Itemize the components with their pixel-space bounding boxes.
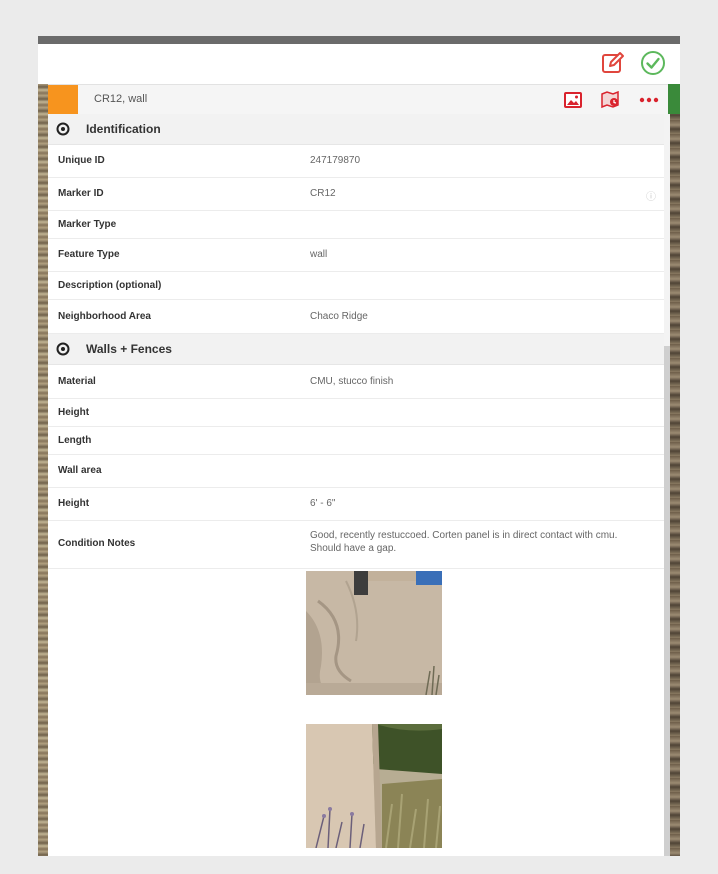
map-pin-icon bbox=[601, 91, 619, 109]
field-row-condition-notes: Condition Notes Good, recently restuccoe… bbox=[48, 521, 664, 569]
wall-photo-image bbox=[306, 724, 442, 849]
edit-icon bbox=[602, 52, 624, 73]
field-value: 6' - 6" bbox=[310, 498, 336, 509]
condition-photo-2[interactable] bbox=[306, 724, 442, 849]
field-label: Description (optional) bbox=[58, 280, 162, 291]
field-row-length: Length bbox=[48, 427, 664, 455]
info-icon[interactable]: ⓘ bbox=[646, 188, 656, 203]
scrollbar-thumb[interactable] bbox=[664, 346, 670, 856]
field-value: 247179870 bbox=[310, 155, 361, 166]
window-top-strip bbox=[38, 36, 680, 44]
confirm-button[interactable] bbox=[636, 46, 670, 80]
app-frame: CR12, wall Identification Unique ID 2471… bbox=[38, 36, 680, 856]
field-row-marker-type: Marker Type bbox=[48, 211, 664, 239]
field-value: CMU, stucco finish bbox=[310, 376, 394, 387]
map-edge-green bbox=[668, 84, 680, 114]
field-row-height-measured: Height 6' - 6" bbox=[48, 488, 664, 521]
field-label: Length bbox=[58, 435, 92, 446]
feature-title: CR12, wall bbox=[94, 93, 148, 105]
map-background-left bbox=[38, 36, 48, 856]
field-label: Material bbox=[58, 376, 96, 387]
field-row-neighborhood-area: Neighborhood Area Chaco Ridge bbox=[48, 300, 664, 334]
more-dots-icon bbox=[639, 97, 659, 103]
field-row-material: Material CMU, stucco finish bbox=[48, 365, 664, 399]
field-label: Marker ID bbox=[58, 188, 104, 199]
eye-icon bbox=[56, 342, 70, 356]
field-value: Chaco Ridge bbox=[310, 311, 368, 322]
section-identification-header[interactable]: Identification bbox=[48, 114, 664, 145]
field-label: Marker Type bbox=[58, 219, 117, 230]
field-row-wall-area: Wall area bbox=[48, 455, 664, 488]
field-label: Height bbox=[58, 498, 90, 509]
feature-color-swatch bbox=[48, 85, 78, 115]
check-circle-icon bbox=[641, 51, 665, 75]
photo-gallery bbox=[48, 569, 664, 856]
condition-photo-1[interactable] bbox=[306, 571, 442, 696]
attribute-panel[interactable]: Identification Unique ID 247179870 Marke… bbox=[48, 114, 664, 856]
field-label: Height bbox=[58, 407, 90, 418]
field-row-unique-id: Unique ID 247179870 bbox=[48, 145, 664, 178]
photo-button[interactable] bbox=[554, 85, 592, 115]
field-label: Wall area bbox=[58, 465, 102, 476]
eye-icon bbox=[56, 122, 70, 136]
section-title: Identification bbox=[86, 122, 161, 136]
top-toolbar bbox=[38, 44, 680, 84]
section-walls-fences-header[interactable]: Walls + Fences bbox=[48, 334, 664, 365]
field-label: Neighborhood Area bbox=[58, 311, 151, 322]
field-row-height: Height bbox=[48, 399, 664, 427]
field-row-description: Description (optional) bbox=[48, 272, 664, 300]
more-options-button[interactable] bbox=[630, 85, 668, 115]
field-row-marker-id: Marker ID CR12 ⓘ bbox=[48, 178, 664, 211]
field-label: Condition Notes bbox=[58, 538, 136, 549]
field-label: Unique ID bbox=[58, 155, 105, 166]
field-label: Feature Type bbox=[58, 249, 120, 260]
section-title: Walls + Fences bbox=[86, 342, 172, 356]
field-value: CR12 bbox=[310, 188, 336, 199]
field-row-feature-type: Feature Type wall bbox=[48, 239, 664, 272]
image-icon bbox=[564, 92, 582, 108]
wall-photo-image bbox=[306, 571, 442, 696]
map-location-button[interactable] bbox=[592, 85, 630, 115]
edit-button[interactable] bbox=[596, 46, 630, 80]
feature-title-bar: CR12, wall bbox=[48, 84, 668, 116]
field-value: Good, recently restuccoed. Corten panel … bbox=[310, 530, 618, 554]
field-value: wall bbox=[310, 249, 328, 260]
